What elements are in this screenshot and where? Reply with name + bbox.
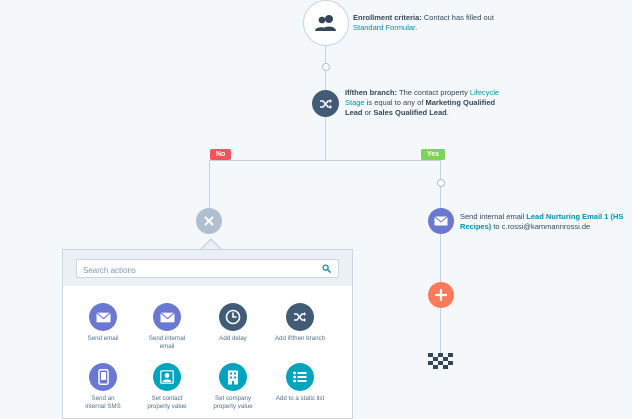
branch-label: If/then branch: [345, 88, 398, 97]
connector-dot [322, 63, 330, 71]
branch-text: The contact property [397, 88, 470, 97]
action-label: Send an internal SMS [85, 395, 121, 410]
connector-line [440, 307, 441, 353]
action-icon-circle [286, 303, 314, 331]
email-step-text: Send internal email [460, 212, 527, 221]
action-icon-circle [286, 363, 314, 391]
action-send-email[interactable]: Send email [71, 303, 135, 343]
shuffle-icon [319, 98, 332, 109]
close-actions-button[interactable] [196, 208, 222, 234]
contacts-icon [315, 15, 336, 31]
action-picker-panel: Send email Send internal email Add delay [62, 249, 353, 419]
email-step-recipient: to c.rossi@kammannrossi.de [491, 222, 591, 231]
workflow-end-icon [428, 353, 453, 369]
list-icon [293, 371, 307, 383]
action-add-if-then-branch[interactable]: Add if/then branch [268, 303, 332, 343]
action-label: Add if/then branch [274, 335, 326, 342]
branch-text: or [362, 108, 374, 117]
action-send-internal-email[interactable]: Send internal email [135, 303, 199, 351]
connector-line [209, 160, 210, 208]
send-internal-email-node[interactable] [428, 208, 454, 234]
enrollment-trigger-node[interactable] [303, 0, 349, 46]
enrollment-form-link[interactable]: Standard Formular [353, 23, 415, 32]
action-add-to-static-list[interactable]: Add to a static list [268, 363, 332, 403]
search-actions-input[interactable] [77, 262, 319, 279]
enrollment-end: . [415, 23, 418, 32]
action-send-internal-sms[interactable]: Send an internal SMS [71, 363, 135, 411]
action-set-contact-property[interactable]: Set contact property value [135, 363, 199, 411]
envelope-icon [159, 311, 175, 322]
action-label: Add to a static list [275, 395, 325, 402]
plus-icon [435, 289, 447, 301]
building-icon [228, 370, 238, 384]
envelope-icon [434, 216, 448, 226]
action-icon-circle [89, 363, 117, 391]
branch-text: is equal to any of [364, 98, 426, 107]
no-branch-tag: No [210, 149, 232, 160]
yes-branch-tag: Yes [421, 149, 446, 160]
shuffle-icon [294, 312, 306, 322]
email-step-description: Send internal email Lead Nurturing Email… [460, 212, 630, 232]
action-label: Send internal email [148, 335, 186, 350]
branch-value: Sales Qualified Lead [373, 108, 447, 117]
connector-line [325, 117, 326, 160]
connector-line [440, 234, 441, 282]
add-action-button[interactable] [428, 282, 454, 308]
connector-dot [437, 179, 445, 187]
action-icon-circle [219, 303, 247, 331]
action-icon-circle [89, 303, 117, 331]
action-icon-circle [153, 363, 181, 391]
panel-header [63, 250, 352, 286]
enrollment-text: Contact has filled out [421, 13, 494, 22]
branch-end: . [446, 108, 449, 117]
search-box [76, 259, 339, 279]
person-icon [160, 370, 174, 384]
action-add-delay[interactable]: Add delay [201, 303, 265, 343]
action-icon-circle [153, 303, 181, 331]
enrollment-description: Enrollment criteria: Contact has filled … [353, 13, 553, 33]
action-icon-circle [219, 363, 247, 391]
connector-line [209, 160, 441, 161]
close-icon [204, 216, 214, 226]
action-set-company-property[interactable]: Set company property value [201, 363, 265, 411]
action-label: Set company property value [213, 395, 253, 410]
if-then-branch-node[interactable] [312, 90, 339, 117]
phone-icon [97, 369, 109, 385]
clock-icon [225, 309, 241, 325]
action-label: Add delay [219, 335, 247, 342]
search-icon[interactable] [322, 264, 331, 273]
enrollment-label: Enrollment criteria: [353, 13, 422, 22]
envelope-icon [95, 311, 111, 322]
action-label: Set contact property value [147, 395, 187, 410]
branch-description: If/then branch: The contact property Lif… [345, 88, 505, 118]
action-label: Send email [87, 335, 119, 342]
